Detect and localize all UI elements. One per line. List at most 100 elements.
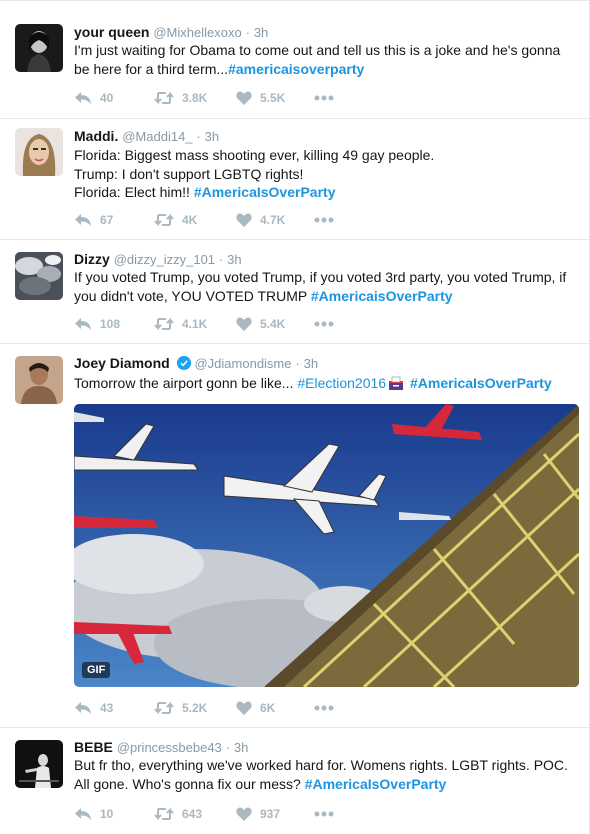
reply-button[interactable]: 40	[74, 90, 113, 106]
like-button[interactable]: 4.7K	[236, 212, 285, 228]
more-icon	[314, 321, 334, 327]
tweet[interactable]: Dizzy @dizzy_izzy_101 · 3h If you voted …	[0, 240, 590, 344]
username[interactable]: @Mixhellexoxo	[153, 25, 241, 40]
reply-count: 67	[100, 213, 114, 227]
retweet-button[interactable]: 5.2K	[154, 700, 207, 716]
timestamp[interactable]: 3h	[205, 129, 219, 144]
retweet-count: 3.8K	[182, 91, 208, 105]
hashtag-link[interactable]: #AmericaisOverParty	[311, 288, 453, 304]
tweet-header: Joey Diamond @Jdiamondisme · 3h	[74, 354, 318, 373]
separator: ·	[196, 129, 201, 144]
retweet-icon	[154, 807, 174, 821]
retweet-button[interactable]: 3.8K	[154, 90, 207, 106]
retweet-button[interactable]: 643	[154, 806, 202, 822]
reply-button[interactable]: 108	[74, 316, 120, 332]
tweet-header: Maddi. @Maddi14_ · 3h	[74, 127, 219, 146]
tweet-header: BEBE @princessbebe43 · 3h	[74, 738, 248, 757]
display-name[interactable]: Dizzy	[74, 251, 110, 267]
hashtag-link[interactable]: #AmericaIsOverParty	[410, 375, 552, 391]
separator: ·	[245, 25, 250, 40]
reply-icon	[75, 808, 91, 820]
separator: ·	[225, 740, 231, 755]
avatar[interactable]	[15, 252, 63, 300]
display-name[interactable]: Maddi.	[74, 128, 118, 144]
avatar[interactable]	[15, 740, 63, 788]
retweet-button[interactable]: 4K	[154, 212, 197, 228]
hashtag-link[interactable]: #Election2016	[297, 375, 386, 391]
hashtag-link[interactable]: #americaisoverparty	[228, 61, 364, 77]
separator: ·	[295, 356, 300, 371]
display-name[interactable]: BEBE	[74, 739, 113, 755]
verified-badge-icon	[176, 356, 191, 370]
heart-icon	[236, 701, 252, 715]
avatar[interactable]	[15, 128, 63, 176]
airport-gif-image	[74, 404, 579, 687]
like-count: 5.5K	[260, 91, 286, 105]
hashtag-link[interactable]: #AmericaIsOverParty	[305, 776, 447, 792]
retweet-count: 4K	[182, 213, 198, 227]
heart-icon	[236, 213, 252, 227]
more-options-button[interactable]	[314, 212, 342, 228]
username[interactable]: @Jdiamondisme	[194, 356, 291, 371]
more-icon	[314, 811, 334, 817]
retweet-icon	[154, 213, 174, 227]
more-icon	[314, 217, 334, 223]
retweet-icon	[154, 91, 174, 105]
heart-icon	[236, 317, 252, 331]
timeline: your queen @Mixhellexoxo · 3h I'm just w…	[0, 0, 590, 834]
avatar[interactable]	[15, 356, 63, 404]
username[interactable]: @Maddi14_	[122, 129, 192, 144]
avatar[interactable]	[15, 24, 63, 72]
retweet-count: 4.1K	[182, 317, 208, 331]
like-button[interactable]: 5.5K	[236, 90, 285, 106]
timestamp[interactable]: 3h	[254, 25, 268, 40]
retweet-icon	[154, 317, 174, 331]
hashtag-link[interactable]: #AmericaIsOverParty	[194, 184, 336, 200]
like-count: 6K	[260, 701, 276, 715]
reply-count: 40	[100, 91, 114, 105]
heart-icon	[236, 807, 252, 821]
like-button[interactable]: 937	[236, 806, 280, 822]
tweet[interactable]: Maddi. @Maddi14_ · 3h Florida: Biggest m…	[0, 119, 590, 240]
like-button[interactable]: 5.4K	[236, 316, 285, 332]
more-options-button[interactable]	[314, 90, 342, 106]
retweet-button[interactable]: 4.1K	[154, 316, 207, 332]
more-options-button[interactable]	[314, 316, 342, 332]
tweet-header: your queen @Mixhellexoxo · 3h	[74, 23, 268, 42]
reply-icon	[75, 214, 91, 226]
more-icon	[314, 705, 334, 711]
more-options-button[interactable]	[314, 700, 342, 716]
separator: ·	[218, 252, 224, 267]
tweet-line: Trump: I don't support LGBTQ rights!	[74, 165, 304, 182]
heart-icon	[236, 91, 252, 105]
username[interactable]: @princessbebe43	[117, 740, 222, 755]
tweet[interactable]: your queen @Mixhellexoxo · 3h I'm just w…	[0, 0, 590, 119]
tweet-text: Tomorrow the airport gonn be like... #El…	[74, 374, 579, 393]
more-options-button[interactable]	[314, 806, 342, 822]
tweet-line: Florida: Elect him!! #AmericaIsOverParty	[74, 183, 579, 202]
tweet-text-body: Tomorrow the airport gonn be like...	[74, 375, 298, 391]
tweet-header: Dizzy @dizzy_izzy_101 · 3h	[74, 250, 242, 269]
tweet-line: Florida: Biggest mass shooting ever, kil…	[74, 147, 435, 163]
reply-icon	[75, 92, 91, 104]
tweet-text: I'm just waiting for Obama to come out a…	[74, 41, 579, 78]
tweet[interactable]: BEBE @princessbebe43 · 3h But fr tho, ev…	[0, 728, 590, 834]
like-button[interactable]: 6K	[236, 700, 275, 716]
retweet-icon	[154, 701, 174, 715]
reply-button[interactable]: 67	[74, 212, 113, 228]
gif-badge: GIF	[82, 662, 111, 678]
username[interactable]: @dizzy_izzy_101	[114, 252, 215, 267]
gif-media[interactable]: GIF	[74, 404, 579, 687]
reply-button[interactable]: 10	[74, 806, 113, 822]
timestamp[interactable]: 3h	[227, 252, 241, 267]
display-name[interactable]: Joey Diamond	[74, 355, 170, 371]
like-count: 4.7K	[260, 213, 286, 227]
display-name[interactable]: your queen	[74, 24, 149, 40]
tweet-text: Florida: Biggest mass shooting ever, kil…	[74, 146, 579, 202]
tweet[interactable]: Joey Diamond @Jdiamondisme · 3h Tomorrow…	[0, 344, 590, 728]
tweet-text: But fr tho, everything we've worked hard…	[74, 756, 579, 793]
retweet-count: 643	[182, 807, 203, 821]
reply-button[interactable]: 43	[74, 700, 113, 716]
timestamp[interactable]: 3h	[234, 740, 248, 755]
timestamp[interactable]: 3h	[304, 356, 318, 371]
